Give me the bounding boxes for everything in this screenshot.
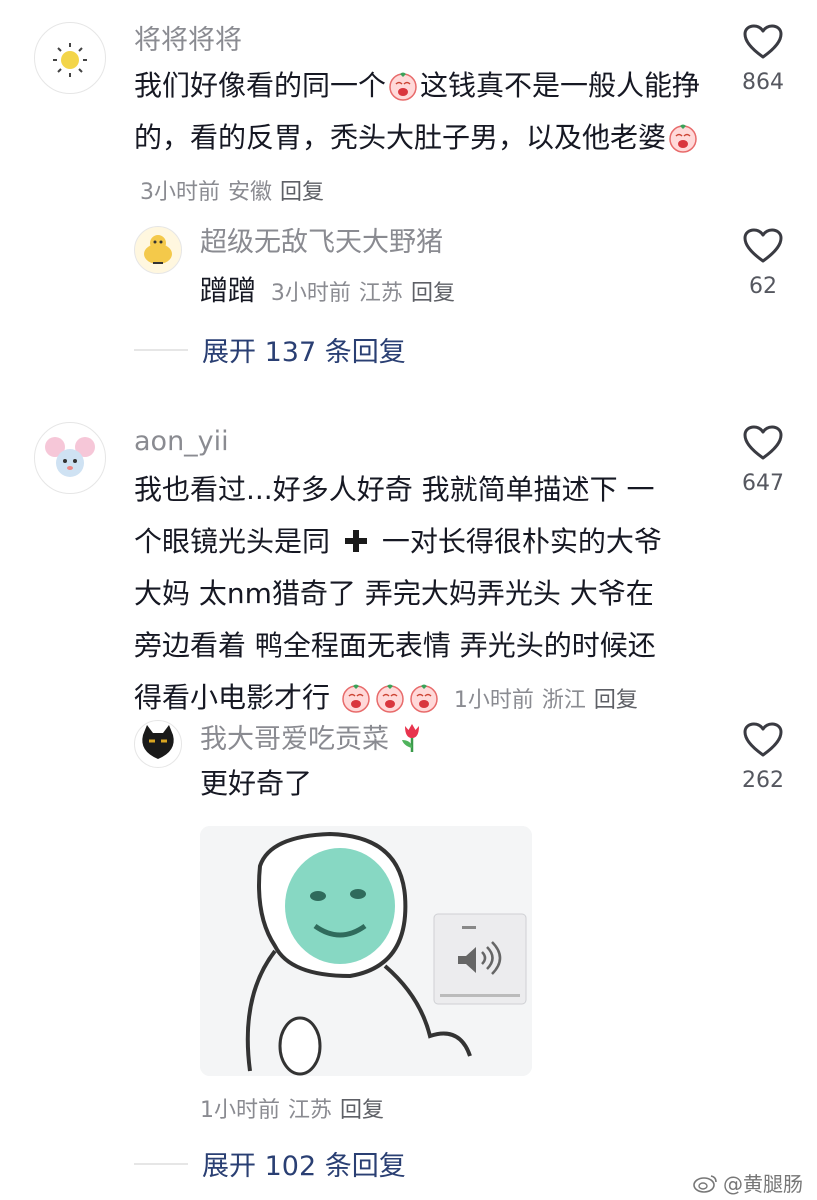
- comment-text-line-group: 个眼镜光头是同 一对长得很朴实的大爷: [134, 516, 714, 568]
- expand-replies-label[interactable]: 展开 102 条回复: [202, 1144, 406, 1183]
- reply-time: 3小时前: [270, 281, 351, 306]
- avatar[interactable]: [134, 720, 182, 768]
- avatar[interactable]: [134, 226, 182, 274]
- like-button[interactable]: 864: [723, 24, 803, 95]
- reply-button[interactable]: 回复: [340, 1098, 384, 1123]
- comment-location: 浙江: [541, 688, 586, 713]
- crying-face-emoji: [668, 123, 698, 153]
- heart-outline-icon[interactable]: [743, 228, 783, 264]
- reply-location: 江苏: [358, 281, 403, 306]
- reply-meta: 3小时前 江苏 回复: [271, 281, 463, 306]
- divider-line: [134, 348, 188, 351]
- crying-face-emoji: [388, 71, 418, 101]
- black-cat-icon: [142, 725, 174, 759]
- reply-username[interactable]: 超级无敌飞天大野猪: [200, 226, 443, 260]
- comment-text-line-group: 得看小电影才行 1小时前 浙江 回复: [134, 672, 714, 727]
- heart-outline-icon[interactable]: [743, 722, 783, 758]
- expand-replies-button[interactable]: 展开 102 条回复: [134, 1144, 406, 1183]
- heart-outline-icon[interactable]: [743, 425, 783, 461]
- reply-text: 更好奇了: [200, 767, 313, 800]
- comment-text-line: 个眼镜光头是同: [134, 525, 331, 558]
- weibo-logo-icon: [693, 1174, 717, 1193]
- comment-meta: 1小时前 浙江 回复: [454, 688, 646, 713]
- panda-meme-sticker: [200, 826, 532, 1076]
- reply-button[interactable]: 回复: [594, 688, 638, 713]
- comment-text-line: 我也看过...好多人好奇 我就简单描述下 一: [134, 473, 655, 506]
- avatar[interactable]: [34, 22, 106, 94]
- reply-text-line: 蹭蹭 3小时前 江苏 回复: [200, 265, 463, 320]
- reply-button[interactable]: 回复: [411, 281, 455, 306]
- expand-replies-button[interactable]: 展开 137 条回复: [134, 330, 406, 369]
- watermark-text: @黄腿肠: [723, 1172, 803, 1196]
- like-count: 262: [742, 768, 784, 793]
- like-button[interactable]: 62: [723, 228, 803, 299]
- crying-face-emoji: [375, 683, 405, 713]
- heart-outline-icon[interactable]: [743, 24, 783, 60]
- sun-icon: [53, 43, 87, 77]
- reply-text: 蹭蹭: [200, 274, 257, 307]
- comment-meta: 3小时前 安徽 回复: [140, 180, 332, 205]
- comment-location: 安徽: [228, 180, 273, 205]
- plus-icon: [344, 530, 367, 552]
- avatar[interactable]: [34, 422, 106, 494]
- comment-username[interactable]: 将将将将: [134, 24, 242, 58]
- reply-username[interactable]: 我大哥爱吃贡菜: [200, 724, 389, 755]
- comment-time: 1小时前: [453, 688, 534, 713]
- reply-time: 1小时前: [200, 1098, 280, 1123]
- comment-text-line: 一对长得很朴实的大爷: [381, 525, 662, 558]
- like-button[interactable]: 647: [723, 425, 803, 496]
- tulip-emoji: [401, 724, 419, 752]
- comment-text-line: 旁边看着 鸭全程面无表情 弄光头的时候还: [134, 629, 656, 662]
- reply-location: 江苏: [288, 1098, 333, 1123]
- watermark: @黄腿肠: [693, 1168, 803, 1197]
- reply-button[interactable]: 回复: [280, 180, 324, 205]
- reply-meta: 1小时前 江苏 回复: [200, 1092, 392, 1124]
- comment-username[interactable]: aon_yii: [134, 425, 229, 459]
- comment-text-line: 得看小电影才行: [134, 681, 331, 714]
- like-count: 62: [749, 274, 777, 299]
- divider-line: [134, 1162, 188, 1165]
- comment-text: 我们好像看的同一个 这钱真不是一般人能挣的，看的反胃，秃头大肚子男，以及他老婆 3…: [134, 60, 714, 219]
- reply-username-line: 我大哥爱吃贡菜: [200, 722, 426, 757]
- like-count: 647: [742, 471, 784, 496]
- crying-face-emoji: [409, 683, 439, 713]
- expand-replies-label[interactable]: 展开 137 条回复: [202, 330, 406, 369]
- sticker-image[interactable]: [200, 826, 532, 1076]
- crying-face-emoji: [341, 683, 371, 713]
- duck-icon: [144, 235, 172, 264]
- comment-text: 我也看过...好多人好奇 我就简单描述下 一 个眼镜光头是同 一对长得很朴实的大…: [134, 464, 714, 727]
- like-count: 864: [742, 70, 784, 95]
- comment-text-part: 我们好像看的同一个: [134, 69, 387, 102]
- mouse-icon: [45, 437, 95, 477]
- comment-time: 3小时前: [140, 180, 220, 205]
- like-button[interactable]: 262: [723, 722, 803, 793]
- comment-text-line: 大妈 太nm猎奇了 弄完大妈弄光头 大爷在: [134, 577, 654, 610]
